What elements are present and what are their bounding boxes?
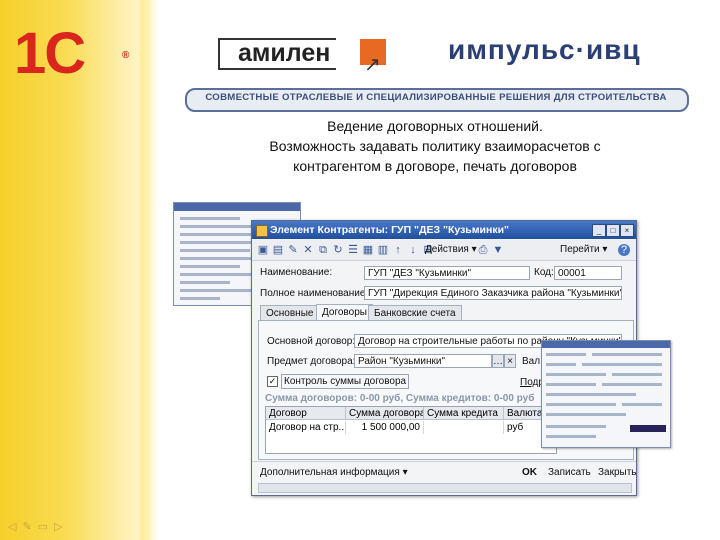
code-label: Код: <box>534 267 554 278</box>
arrow-down-icon[interactable]: ↓ <box>407 244 419 256</box>
copy-icon[interactable]: ⧉ <box>317 244 329 256</box>
table-header[interactable]: Сумма кредита <box>424 407 504 420</box>
heading-line: Ведение договорных отношений. <box>327 118 543 134</box>
actions-menu-button[interactable]: Действия ▾ <box>425 243 477 257</box>
more-info-button[interactable]: Дополнительная информация ▾ <box>260 466 408 479</box>
logo-amilen: амилен ↗ <box>218 38 390 76</box>
clear-icon[interactable]: × <box>504 354 516 368</box>
name-input[interactable]: ГУП "ДЕЗ "Кузьминки" <box>364 266 530 280</box>
table-icon[interactable]: ▥ <box>377 244 389 256</box>
fullname-label: Полное наименование: <box>260 288 369 299</box>
control-sum-checkbox[interactable]: ✓ <box>267 376 278 387</box>
main-contract-label: Основной договор: <box>267 336 356 347</box>
heading-line: контрагентом в договоре, печать договоро… <box>293 158 577 174</box>
table-cell[interactable] <box>424 421 504 434</box>
refresh-icon[interactable]: ↻ <box>332 244 344 256</box>
minimize-icon[interactable]: _ <box>592 224 606 237</box>
edit-icon[interactable]: ✎ <box>287 244 299 256</box>
filter-icon[interactable]: ▼ <box>492 244 504 256</box>
table-cell[interactable]: 1 500 000,00 <box>346 421 424 434</box>
currency-label: Вал <box>522 356 541 367</box>
sidebar-fade <box>140 0 160 540</box>
list-icon[interactable]: ☰ <box>347 244 359 256</box>
slide-heading: Ведение договорных отношений. Возможност… <box>200 116 670 176</box>
tab-main[interactable]: Основные <box>260 305 320 321</box>
control-sum-label[interactable]: Контроль суммы договора <box>281 374 410 389</box>
window-title: Элемент Контрагенты: ГУП "ДЕЗ "Кузьминки… <box>270 224 510 236</box>
horizontal-scrollbar[interactable] <box>258 483 632 493</box>
heading-line: Возможность задавать политику взаиморасч… <box>269 138 601 154</box>
help-icon[interactable]: ? <box>618 244 630 256</box>
fullname-input[interactable]: ГУП "Дирекция Единого Заказчика района "… <box>364 286 622 300</box>
window-bottom-bar: Дополнительная информация ▾ OK Записать … <box>252 461 637 482</box>
table-cell[interactable]: Договор на стр... <box>266 421 346 434</box>
window-titlebar: Элемент Контрагенты: ГУП "ДЕЗ "Кузьминки… <box>252 221 636 239</box>
subject-label: Предмет договора: <box>267 356 356 367</box>
tab-contracts[interactable]: Договоры <box>316 304 373 321</box>
banner-text: СОВМЕСТНЫЕ ОТРАСЛЕВЫЕ И СПЕЦИАЛИЗИРОВАНН… <box>205 92 667 103</box>
close-button[interactable]: Закрыть <box>598 466 637 479</box>
maximize-icon[interactable]: □ <box>606 224 620 237</box>
delete-icon[interactable]: ✕ <box>302 244 314 256</box>
table-header[interactable]: Договор <box>266 407 346 420</box>
table-header[interactable]: Сумма договора <box>346 407 424 420</box>
goto-menu-button[interactable]: Перейти ▾ <box>560 243 607 257</box>
contracts-sum-summary: Сумма договоров: 0-00 руб, Сумма кредито… <box>265 393 535 404</box>
save-button[interactable]: Записать <box>548 466 591 479</box>
contracts-table: Договор Сумма договора Сумма кредита Вал… <box>265 406 557 454</box>
close-icon[interactable]: × <box>620 224 634 237</box>
slide-nav-icons[interactable]: ◁✎▭▷ <box>8 520 69 533</box>
document-icon[interactable]: ▤ <box>272 244 284 256</box>
print-icon[interactable]: ⎙ <box>477 244 489 256</box>
subject-input[interactable]: Район "Кузьминки" <box>354 354 492 368</box>
overlay-window-thumbnail <box>541 340 671 448</box>
select-button[interactable]: … <box>492 354 504 368</box>
logo-1c: 1С ® <box>14 21 130 86</box>
name-label: Наименование: <box>260 267 333 278</box>
arrow-icon: ↗ <box>364 54 381 76</box>
arrow-up-icon[interactable]: ↑ <box>392 244 404 256</box>
logo-impuls-ivc: импульс·ивц <box>448 34 641 65</box>
grid-icon[interactable]: ▦ <box>362 244 374 256</box>
toolbar: ▣ ▤ ✎ ✕ ⧉ ↻ ☰ ▦ ▥ ↑ ↓ ⊞ Действия ▾ ⎙ ▼ П… <box>252 240 636 261</box>
ok-button[interactable]: OK <box>522 466 537 479</box>
save-icon[interactable]: ▣ <box>257 244 269 256</box>
code-input[interactable]: 00001 <box>554 266 622 280</box>
window-icon <box>256 225 268 237</box>
tab-bank-accounts[interactable]: Банковские счета <box>368 305 462 321</box>
